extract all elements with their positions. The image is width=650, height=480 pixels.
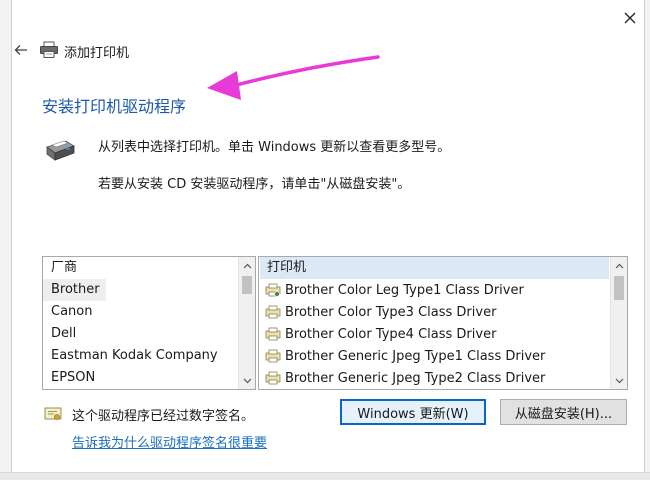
list-item[interactable]: EPSON bbox=[43, 367, 238, 389]
chevron-up-icon bbox=[243, 263, 251, 268]
printer-item-label: Brother Color Leg Type1 Class Driver bbox=[285, 282, 524, 298]
list-item-label: Brother bbox=[43, 279, 106, 301]
chevron-up-icon bbox=[615, 263, 623, 268]
printer-list[interactable]: 打印机 Brother Color Leg Type1 Class Driver… bbox=[258, 256, 628, 390]
signature-status: 这个驱动程序已经过数字签名。 bbox=[72, 409, 255, 424]
printer-icon bbox=[46, 140, 75, 161]
instruction-text-2: 若要从安装 CD 安装驱动程序，请单击"从磁盘安装"。 bbox=[98, 177, 411, 192]
list-item[interactable]: Dell bbox=[43, 323, 238, 345]
close-icon bbox=[624, 12, 636, 24]
printer-item-label: Brother Generic Jpeg Type1 Class Driver bbox=[285, 348, 546, 364]
list-item[interactable]: Eastman Kodak Company bbox=[43, 345, 238, 367]
list-item[interactable]: Brother Generic Jpeg Type2 Class Driver bbox=[259, 367, 610, 389]
printer-driver-icon bbox=[265, 349, 281, 363]
signature-info-link[interactable]: 告诉我为什么驱动程序签名很重要 bbox=[72, 432, 267, 451]
have-disk-button[interactable]: 从磁盘安装(H)... bbox=[500, 399, 627, 425]
instruction-text-1: 从列表中选择打印机。单击 Windows 更新以查看更多型号。 bbox=[98, 140, 451, 155]
list-item[interactable]: Brother Color Type4 Class Driver bbox=[259, 323, 610, 345]
close-button[interactable] bbox=[616, 6, 644, 30]
certificate-icon bbox=[44, 407, 62, 420]
dialog-title: 添加打印机 bbox=[64, 46, 130, 61]
chevron-down-icon bbox=[243, 378, 251, 383]
list-item[interactable]: Brother Generic Jpeg Type1 Class Driver bbox=[259, 345, 610, 367]
manufacturer-list-header: 厂商 bbox=[51, 260, 78, 275]
printer-scrollbar[interactable] bbox=[610, 257, 627, 389]
printer-driver-icon bbox=[265, 305, 281, 319]
list-item[interactable]: Brother bbox=[43, 279, 238, 301]
list-item[interactable]: Brother Color Type3 Class Driver bbox=[259, 301, 610, 323]
printer-item-label: Brother Generic Jpeg Type2 Class Driver bbox=[285, 370, 546, 386]
scroll-up-button[interactable] bbox=[239, 257, 255, 274]
chevron-down-icon bbox=[615, 378, 623, 383]
back-button[interactable] bbox=[12, 41, 30, 59]
back-arrow-icon bbox=[14, 45, 27, 55]
list-item[interactable]: Canon bbox=[43, 301, 238, 323]
list-item[interactable]: Brother Color Leg Type1 Class Driver bbox=[259, 279, 610, 301]
printer-driver-icon bbox=[265, 283, 281, 297]
printer-driver-icon bbox=[265, 371, 281, 385]
page-heading: 安装打印机驱动程序 bbox=[42, 97, 187, 116]
scroll-up-button[interactable] bbox=[611, 257, 627, 274]
printer-item-label: Brother Color Type4 Class Driver bbox=[285, 326, 497, 342]
printer-driver-icon bbox=[265, 327, 281, 341]
scroll-down-button[interactable] bbox=[611, 372, 627, 389]
scroll-thumb[interactable] bbox=[242, 276, 252, 294]
printer-icon bbox=[40, 41, 58, 58]
scroll-down-button[interactable] bbox=[239, 372, 255, 389]
scroll-thumb[interactable] bbox=[614, 276, 624, 300]
manufacturer-scrollbar[interactable] bbox=[238, 257, 255, 389]
printer-list-header: 打印机 bbox=[260, 257, 609, 279]
manufacturer-list[interactable]: 厂商 Brother Canon Dell Eastman Kodak Comp… bbox=[42, 256, 256, 390]
printer-item-label: Brother Color Type3 Class Driver bbox=[285, 304, 497, 320]
windows-update-button[interactable]: Windows 更新(W) bbox=[340, 399, 486, 425]
